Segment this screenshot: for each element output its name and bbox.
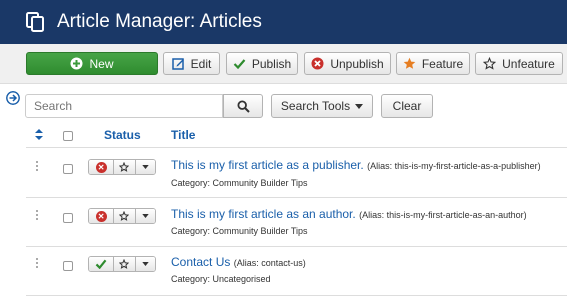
article-title-line: This is my first article as an author. (… [171, 207, 527, 221]
edit-button-label: Edit [190, 56, 212, 71]
article-alias: (Alias: this-is-my-first-article-as-a-pu… [367, 161, 541, 171]
publish-button[interactable]: Publish [226, 52, 298, 75]
toolbar: New Edit Publish Unpublish Feature Unfea… [0, 44, 567, 84]
page-title: Article Manager: Articles [57, 11, 262, 32]
article-alias: (Alias: contact-us) [233, 258, 306, 268]
star-outline-icon [119, 259, 130, 269]
clear-button-label: Clear [392, 99, 422, 113]
featured-toggle[interactable] [114, 209, 136, 223]
unpublish-button-label: Unpublish [330, 56, 384, 71]
publish-button-label: Publish [251, 56, 292, 71]
search-tools-button[interactable]: Search Tools [271, 94, 373, 118]
status-controls: ✕ [88, 208, 156, 224]
actions-dropdown[interactable] [135, 257, 155, 271]
copy-icon [26, 12, 44, 32]
unfeature-button-label: Unfeature [502, 56, 555, 71]
drag-handle-icon[interactable] [36, 161, 39, 171]
drag-handle-icon[interactable] [36, 258, 39, 268]
column-header-title[interactable]: Title [171, 128, 195, 142]
feature-button-label: Feature [421, 56, 464, 71]
feature-button[interactable]: Feature [396, 52, 470, 75]
page-header: Article Manager: Articles [0, 0, 567, 44]
search-input[interactable] [25, 94, 223, 118]
row-checkbox[interactable] [63, 164, 73, 174]
article-title-link[interactable]: Contact Us [171, 255, 230, 269]
status-controls [88, 256, 156, 272]
new-button-label: New [89, 56, 114, 71]
search-button[interactable] [223, 94, 263, 118]
unpublished-icon: ✕ [95, 210, 107, 222]
status-toggle[interactable]: ✕ [89, 160, 115, 174]
article-title-link[interactable]: This is my first article as a publisher. [171, 158, 364, 172]
edit-icon [171, 58, 184, 70]
article-category: Category: Community Builder Tips [171, 226, 308, 236]
unfeature-button[interactable]: Unfeature [475, 52, 563, 75]
plus-circle-icon [70, 57, 83, 70]
article-title-link[interactable]: This is my first article as an author. [171, 207, 356, 221]
unpublished-icon: ✕ [95, 161, 107, 173]
star-outline-icon [119, 162, 130, 172]
article-category: Category: Uncategorised [171, 274, 271, 284]
column-header-status[interactable]: Status [104, 128, 141, 142]
table-row: ✕ This is my first article as an author.… [26, 198, 567, 247]
search-icon [236, 99, 250, 113]
table-row: Contact Us (Alias: contact-us) Category:… [26, 247, 567, 296]
caret-down-icon [142, 262, 149, 266]
featured-toggle[interactable] [114, 257, 136, 271]
featured-toggle[interactable] [114, 160, 136, 174]
caret-down-icon [142, 214, 149, 218]
caret-down-icon [142, 165, 149, 169]
drag-handle-icon[interactable] [36, 210, 39, 220]
row-checkbox[interactable] [63, 261, 73, 271]
article-title-line: Contact Us (Alias: contact-us) [171, 255, 306, 269]
article-alias: (Alias: this-is-my-first-article-as-an-a… [359, 210, 527, 220]
article-category: Category: Community Builder Tips [171, 178, 308, 188]
filter-bar: Search Tools Clear [0, 84, 567, 124]
unpublish-button[interactable]: Unpublish [304, 52, 391, 75]
edit-button[interactable]: Edit [163, 52, 220, 75]
status-toggle[interactable]: ✕ [89, 209, 115, 223]
status-controls: ✕ [88, 159, 156, 175]
actions-dropdown[interactable] [135, 209, 155, 223]
published-check-icon [95, 259, 107, 269]
article-title-line: This is my first article as a publisher.… [171, 158, 541, 172]
actions-dropdown[interactable] [135, 160, 155, 174]
table-row: ✕ This is my first article as a publishe… [26, 149, 567, 198]
check-icon [233, 59, 246, 70]
unpublish-icon [311, 57, 324, 70]
clear-button[interactable]: Clear [381, 94, 433, 118]
table-header: Status Title [26, 124, 567, 148]
select-all-checkbox[interactable] [63, 131, 73, 141]
star-icon [403, 57, 416, 69]
status-toggle[interactable] [89, 257, 115, 271]
star-outline-icon [119, 211, 130, 221]
caret-down-icon [355, 103, 364, 109]
sort-ordering-icon[interactable] [35, 129, 43, 140]
search-tools-label: Search Tools [280, 99, 351, 113]
new-button[interactable]: New [26, 52, 158, 75]
star-outline-icon [483, 57, 497, 70]
row-checkbox[interactable] [63, 213, 73, 223]
sidebar-toggle-icon[interactable] [6, 91, 20, 105]
